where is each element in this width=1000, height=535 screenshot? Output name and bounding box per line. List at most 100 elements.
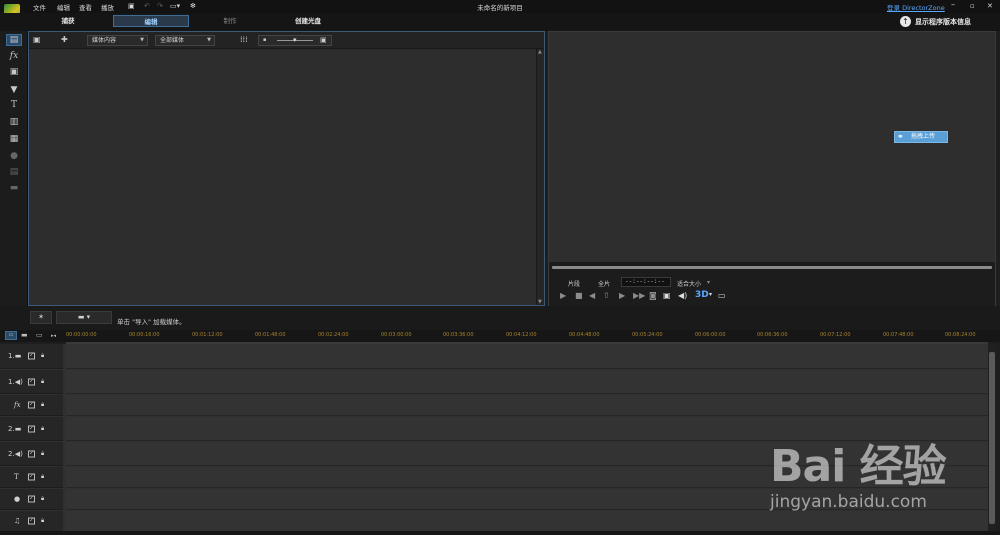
drag-upload-button[interactable]: ⚭ 拖拽上传 — [894, 131, 948, 143]
capture-menu-icon[interactable]: ▭▾ — [170, 2, 180, 10]
title-room-icon[interactable]: T — [6, 99, 22, 111]
import-media-icon[interactable]: ▣ — [33, 35, 41, 44]
track-enable-checkbox[interactable]: ✓ — [28, 473, 35, 481]
3d-mode-toggle[interactable]: 3D — [695, 290, 709, 300]
clip-mode-toggle[interactable]: 片段 — [568, 279, 580, 288]
display-mode-icon[interactable]: ▣ — [663, 291, 671, 300]
media-content-dropdown[interactable]: 媒体内容 ▼ — [87, 35, 148, 46]
voice-track-icon: ● — [14, 495, 21, 503]
undo-icon[interactable]: ↶ — [144, 2, 150, 10]
update-notice-link[interactable]: 显示程序版本信息 — [915, 17, 971, 27]
volume-icon[interactable]: ◀) — [678, 291, 687, 300]
previous-frame-icon[interactable]: ◀ — [589, 291, 595, 300]
track-enable-checkbox[interactable]: ✓ — [28, 425, 35, 432]
update-arrow-icon[interactable]: ↑ — [900, 16, 911, 27]
preview-progress-slider[interactable] — [552, 266, 992, 269]
lock-icon[interactable]: 🔒︎ — [41, 401, 44, 409]
login-directorzone-link[interactable]: 登录 DirectorZone — [887, 2, 945, 12]
grid-view-icon[interactable]: ⁞⁞⁞ — [240, 35, 248, 44]
track-lane[interactable] — [66, 442, 988, 466]
lock-icon[interactable]: 🔒︎ — [41, 352, 44, 360]
menu-file[interactable]: 文件 — [33, 2, 46, 12]
voiceover-room-icon[interactable]: ● — [6, 150, 22, 162]
track-lane[interactable] — [66, 370, 988, 394]
track-header: fx ✓ 🔒︎ — [0, 395, 63, 416]
timeline-view-icon[interactable]: ▭ — [5, 331, 17, 340]
track-lane[interactable] — [66, 395, 988, 416]
plugins-icon[interactable]: ✚ — [61, 35, 68, 44]
movie-mode-toggle[interactable]: 全片 — [598, 279, 610, 288]
fx-track-icon: fx — [14, 401, 21, 409]
upload-icon: ⚭ — [897, 132, 904, 141]
tab-create-disc[interactable]: 创建光盘 — [280, 15, 336, 27]
scroll-thumb[interactable] — [989, 352, 995, 524]
lock-icon[interactable]: 🔒︎ — [41, 425, 44, 433]
track-enable-checkbox[interactable]: ✓ — [28, 378, 35, 385]
title-track-icon: T — [14, 473, 19, 481]
timeline-vertical-scrollbar[interactable] — [988, 344, 996, 532]
import-hint: 单击 "导入" 加载媒体。 — [117, 318, 186, 326]
fast-forward-icon[interactable]: ▶▶ — [633, 291, 645, 300]
track-enable-checkbox[interactable]: ✓ — [28, 495, 35, 503]
subtitle-room-icon[interactable]: ▬ — [6, 182, 22, 194]
thumbnail-size-slider[interactable]: ▪ ▾ ▣ — [258, 35, 332, 46]
settings-icon[interactable]: ✻ — [190, 2, 196, 10]
scroll-up-icon[interactable]: ▲ — [538, 49, 542, 55]
ruler-tick: 00:04:48:00 — [569, 332, 600, 338]
maximize-icon[interactable]: ▫ — [970, 2, 975, 10]
track-lane[interactable] — [66, 467, 988, 488]
lock-icon[interactable]: 🔒︎ — [41, 378, 44, 386]
menu-edit[interactable]: 编辑 — [57, 2, 70, 12]
close-icon[interactable]: ✕ — [987, 2, 993, 10]
lock-icon[interactable]: 🔒︎ — [41, 473, 44, 481]
minimize-icon[interactable]: – — [951, 0, 955, 9]
menu-playback[interactable]: 播放 — [101, 2, 114, 12]
lock-icon[interactable]: 🔒︎ — [41, 495, 44, 503]
track-lane[interactable] — [66, 511, 988, 532]
tab-edit[interactable]: 编辑 — [113, 15, 189, 27]
library-scrollbar[interactable]: ▲ ▼ — [536, 49, 544, 305]
lock-icon[interactable]: 🔒︎ — [41, 450, 44, 458]
scroll-down-icon[interactable]: ▼ — [538, 299, 542, 305]
storyboard-view-icon[interactable]: ▬ — [21, 331, 28, 339]
fx-room-icon[interactable]: fx — [6, 50, 22, 62]
zoom-timeline-icon[interactable]: ▸◂ — [51, 333, 56, 339]
tab-produce[interactable]: 制作 — [210, 15, 250, 27]
lock-icon[interactable]: 🔒︎ — [41, 517, 44, 525]
pip-room-icon[interactable]: ▣ — [6, 66, 22, 78]
track-enable-checkbox[interactable]: ✓ — [28, 352, 35, 360]
track-enable-checkbox[interactable]: ✓ — [28, 517, 35, 525]
library-action-bar: ✶ ▬ ▾ 单击 "导入" 加载媒体。 — [0, 306, 1000, 330]
fit-timeline-icon[interactable]: ▭ — [36, 331, 43, 339]
timeline-ruler[interactable]: 00:00:00:00 00:00:16:00 00:01:12:00 00:0… — [66, 330, 996, 342]
tab-capture[interactable]: 捕获 — [48, 15, 88, 27]
track-lane[interactable] — [66, 417, 988, 441]
magic-tools-button[interactable]: ✶ — [30, 311, 52, 324]
stop-icon[interactable]: ■ — [575, 291, 583, 300]
video-track-icon: 1.▬ — [8, 352, 22, 360]
timeline-horizontal-scrollbar[interactable] — [0, 531, 1000, 535]
menu-view[interactable]: 查看 — [79, 2, 92, 12]
redo-icon[interactable]: ↷ — [157, 2, 163, 10]
import-button[interactable]: ▬ ▾ — [56, 311, 112, 324]
timeline-tracks: 1.▬ ✓ 🔒︎ 1.◀) ✓ 🔒︎ fx ✓ 🔒︎ 2.▬ ✓ 🔒︎ 2.◀)… — [0, 344, 988, 532]
media-room-icon[interactable]: ▤ — [6, 34, 22, 46]
go-to-start-icon[interactable]: ⇧ — [603, 291, 610, 300]
play-icon[interactable]: ▶ — [560, 291, 566, 300]
track-lane[interactable] — [66, 489, 988, 510]
snapshot-icon[interactable]: ◙ — [649, 291, 657, 300]
track-enable-checkbox[interactable]: ✓ — [28, 401, 35, 409]
chapter-room-icon[interactable]: ▤ — [6, 166, 22, 178]
next-frame-icon[interactable]: ▶ — [619, 291, 625, 300]
fit-size-dropdown[interactable]: 适合大小 — [677, 279, 701, 288]
track-enable-checkbox[interactable]: ✓ — [28, 450, 35, 457]
slider-thumb[interactable]: ▾ — [293, 36, 297, 44]
save-icon[interactable]: ▣ — [128, 2, 135, 10]
audio-mixing-room-icon[interactable]: ▦ — [6, 133, 22, 145]
timecode-field[interactable]: --:--:--:-- — [621, 277, 671, 287]
track-lane[interactable] — [66, 344, 988, 369]
transition-room-icon[interactable]: ▥ — [6, 116, 22, 128]
media-filter-dropdown[interactable]: 全部媒体 ▼ — [155, 35, 215, 46]
particle-room-icon[interactable]: ▼ — [6, 84, 22, 96]
external-display-icon[interactable]: ▭ — [718, 291, 726, 300]
